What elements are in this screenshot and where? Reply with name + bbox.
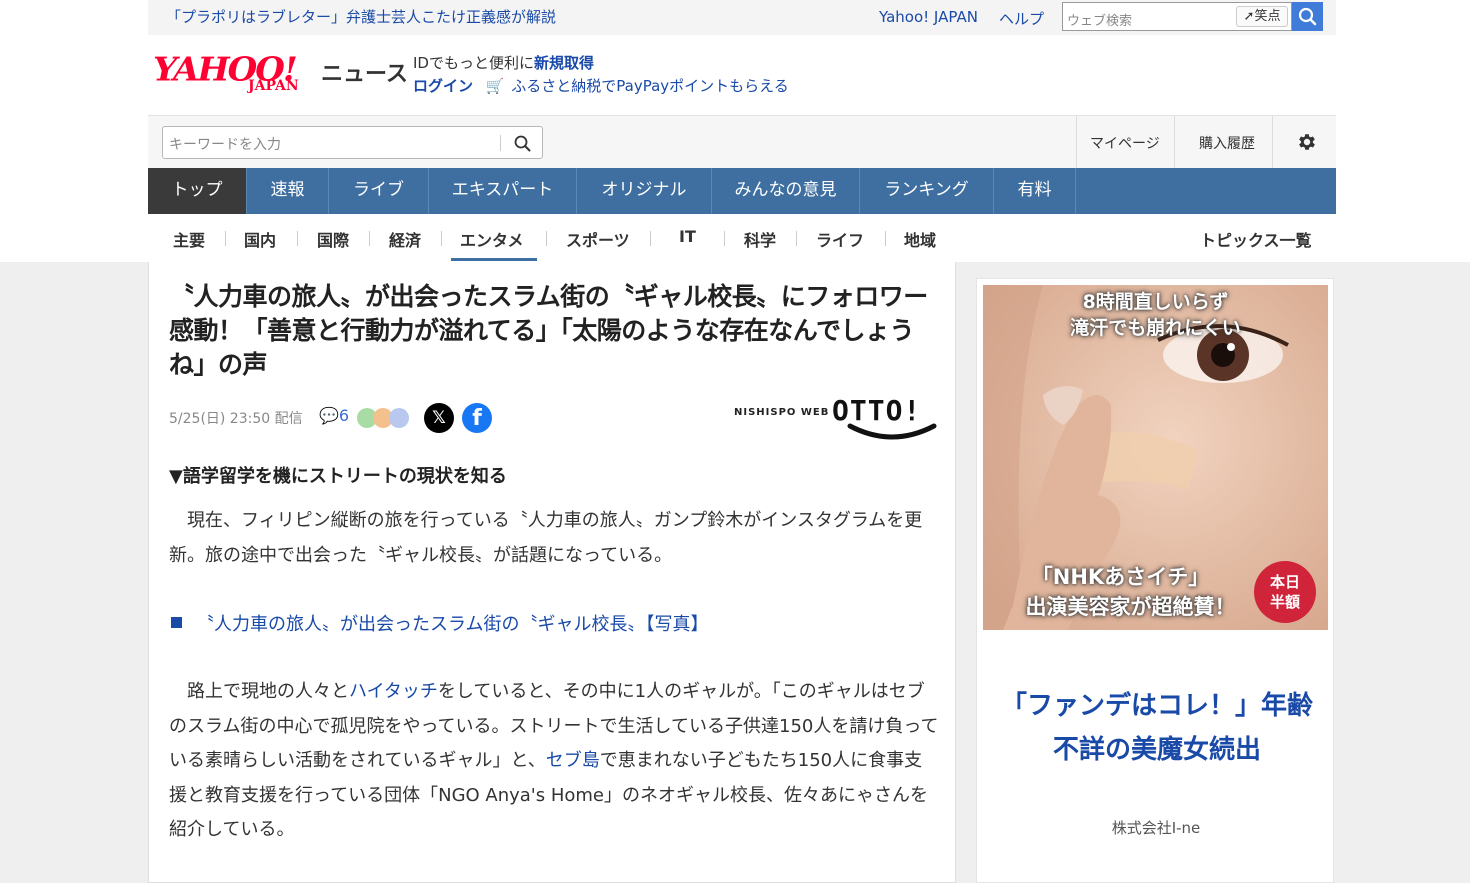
id-promo-text: IDでもっと便利に [413, 54, 534, 72]
logo-japan-text: JAPAN [248, 78, 299, 94]
nav-expert[interactable]: エキスパート [429, 168, 577, 214]
smile-icon [847, 423, 937, 440]
publisher-small-text: NISHISPO WEB [734, 407, 830, 418]
emi-button[interactable]: ➚笑点 [1236, 6, 1288, 27]
category-domestic[interactable]: 国内 [244, 227, 276, 251]
article: 〝人力車の旅人〟が出会ったスラム街の〝ギャル校長〟にフォロワー感動！「善意と行動… [148, 262, 956, 883]
help-link[interactable]: ヘルプ [999, 8, 1044, 29]
search-icon [1298, 7, 1317, 26]
facebook-share-icon[interactable]: f [462, 403, 492, 433]
nav-breaking[interactable]: 速報 [247, 168, 329, 214]
yahoo-japan-logo[interactable]: YAHOO! JAPAN [153, 50, 318, 98]
topics-list-link[interactable]: トピックス一覧 [1200, 227, 1312, 251]
news-label[interactable]: ニュース [321, 56, 408, 88]
separator [1272, 116, 1273, 169]
top-headline-link[interactable]: 「プラポリはラブレター」弁護士芸人こたけ正義感が解説 [166, 6, 556, 27]
category-entertainment[interactable]: エンタメ [460, 227, 524, 251]
nav-original[interactable]: オリジナル [577, 168, 712, 214]
square-bullet-icon [171, 617, 182, 628]
category-divider [650, 231, 651, 246]
keyword-search-input[interactable]: キーワードを入力 [162, 126, 543, 159]
category-divider [885, 231, 886, 246]
cart-icon: 🛒 [485, 77, 505, 95]
search-bar: キーワードを入力 マイページ 購入履歴 [148, 115, 1336, 169]
ad-image-text-1: 8時間直しいらず [1082, 291, 1229, 313]
comment-link[interactable]: 💬6 [319, 406, 349, 425]
category-divider [796, 231, 797, 246]
cebu-keyword-link[interactable]: セブ島 [546, 750, 600, 771]
ad-headline[interactable]: 「ファンデはコレ！」年齢不詳の美魔女続出 [997, 684, 1317, 772]
half-price-badge: 本日 半額 [1254, 561, 1316, 623]
category-region[interactable]: 地域 [904, 227, 936, 251]
main-nav: トップ 速報 ライブ エキスパート オリジナル みんなの意見 ランキング 有料 [148, 168, 1336, 214]
web-search-button[interactable] [1292, 2, 1323, 31]
emi-label: 笑点 [1254, 9, 1281, 24]
separator [1076, 116, 1077, 169]
category-science[interactable]: 科学 [744, 227, 776, 251]
id-promo: IDでもっと便利に新規取得 [413, 52, 594, 73]
category-divider [546, 231, 547, 246]
purchase-history-link[interactable]: 購入履歴 [1199, 133, 1255, 153]
category-divider [369, 231, 370, 246]
reaction-sad-icon [389, 408, 409, 428]
reaction-faces[interactable] [357, 408, 413, 428]
nav-top[interactable]: トップ [148, 168, 247, 214]
category-divider [441, 231, 442, 246]
login-link[interactable]: ログイン [413, 77, 473, 95]
gear-icon[interactable] [1296, 131, 1318, 153]
category-world[interactable]: 国際 [317, 227, 349, 251]
x-share-icon[interactable]: 𝕏 [424, 403, 454, 433]
search-icon[interactable] [513, 134, 533, 154]
badge-line-1: 本日 [1269, 573, 1300, 591]
nav-paid[interactable]: 有料 [994, 168, 1076, 214]
article-paragraph-1: 現在、フィリピン縦断の旅を行っている〝人力車の旅人〟ガンプ鈴木がインスタグラムを… [169, 510, 923, 566]
article-date: 5/25(日) 23:50 配信 [169, 411, 303, 427]
comment-icon: 💬 [319, 406, 339, 425]
category-main[interactable]: 主要 [173, 227, 205, 251]
keyword-placeholder: キーワードを入力 [169, 137, 281, 153]
nav-ranking[interactable]: ランキング [860, 168, 994, 214]
category-nav: 主要 国内 国際 経済 エンタメ スポーツ IT 科学 ライフ 地域 トピックス… [148, 214, 1336, 262]
publisher-logo[interactable]: NISHISPO WEB OTTO! [734, 394, 944, 444]
yahoo-japan-link[interactable]: Yahoo! JAPAN [879, 8, 978, 26]
furusato-link[interactable]: ふるさと納税でPayPayポイントもらえる [511, 77, 788, 95]
category-divider [225, 231, 226, 246]
signup-link[interactable]: 新規取得 [534, 54, 594, 72]
ad-image-text-2: 滝汗でも崩れにくい [1070, 317, 1241, 339]
search-divider [500, 135, 501, 151]
category-it[interactable]: IT [679, 227, 696, 246]
ad-image[interactable]: 8時間直しいらず 滝汗でも崩れにくい 「NHKあさイチ」 出演美容家が超絶賛！ … [983, 285, 1328, 630]
category-divider [297, 231, 298, 246]
active-category-indicator [451, 258, 537, 261]
nav-opinions[interactable]: みんなの意見 [712, 168, 860, 214]
article-title: 〝人力車の旅人〟が出会ったスラム街の〝ギャル校長〟にフォロワー感動！「善意と行動… [169, 282, 928, 379]
para2-text: 路上で現地の人々と [187, 681, 349, 702]
photo-link-text: 〝人力車の旅人〟が出会ったスラム街の〝ギャル校長〟【写真】 [196, 614, 709, 635]
article-paragraph-2: 路上で現地の人々とハイタッチをしていると、その中に1人のギャルが。「このギャルは… [169, 675, 939, 848]
nav-live[interactable]: ライブ [329, 168, 429, 214]
separator [1174, 116, 1175, 169]
top-strip: 「プラポリはラブレター」弁護士芸人こたけ正義感が解説 Yahoo! JAPAN … [148, 0, 1336, 35]
ad-box[interactable]: 8時間直しいらず 滝汗でも崩れにくい 「NHKあさイチ」 出演美容家が超絶賛！ … [976, 278, 1334, 883]
login-row: ログイン 🛒 ふるさと納税でPayPayポイントもらえる [413, 75, 789, 96]
category-life[interactable]: ライフ [816, 227, 864, 251]
category-economy[interactable]: 経済 [389, 227, 421, 251]
photo-link[interactable]: 〝人力車の旅人〟が出会ったスラム街の〝ギャル校長〟【写真】 [171, 610, 708, 636]
web-search-input[interactable]: ウェブ検索 ➚笑点 [1062, 2, 1292, 31]
hightouch-keyword-link[interactable]: ハイタッチ [349, 681, 438, 702]
category-sports[interactable]: スポーツ [566, 227, 630, 251]
web-search-placeholder: ウェブ検索 [1067, 14, 1133, 29]
mypage-link[interactable]: マイページ [1090, 133, 1160, 153]
badge-line-2: 半額 [1269, 593, 1300, 611]
ad-sponsor: 株式会社I-ne [1111, 819, 1201, 837]
ad-image-text-3: 「NHKあさイチ」 [1031, 565, 1210, 589]
category-divider [724, 231, 725, 246]
article-subheading: ▼語学留学を機にストリートの現状を知る [169, 466, 507, 487]
emi-arrow-icon: ➚ [1243, 9, 1255, 24]
comment-count: 6 [338, 406, 350, 425]
